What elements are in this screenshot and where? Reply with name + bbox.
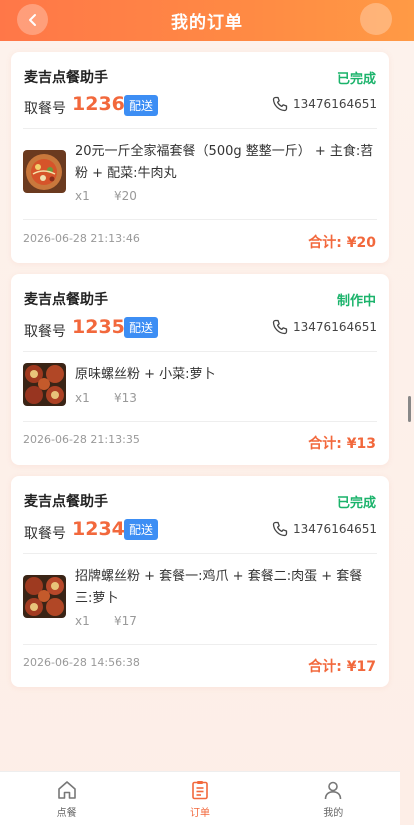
home-icon [57, 780, 76, 799]
phone-contact[interactable]: 13476164651 [272, 319, 377, 335]
divider [23, 553, 377, 554]
tab-label: 订单 [189, 807, 210, 819]
order-status: 制作中 [336, 294, 376, 309]
order-total: 合计: ¥20 [308, 235, 376, 251]
header-bar: 我的订单 [0, 0, 414, 41]
order-status: 已完成 [336, 72, 376, 87]
back-button[interactable] [17, 4, 48, 35]
order-time: 2026-06-28 21:13:46 [23, 232, 140, 245]
order-card[interactable]: 麦吉点餐助手 已完成 取餐号 1236 配送 13476164651 20元一斤… [11, 52, 389, 263]
pickup-number: 1236 [72, 93, 125, 115]
phone-number: 13476164651 [293, 97, 377, 111]
delivery-tag: 配送 [124, 317, 159, 338]
item-price: ¥17 [114, 614, 137, 628]
item-name: 原味螺丝粉 + 小菜:萝卜 [75, 367, 216, 382]
order-time: 2026-06-28 14:56:38 [23, 656, 140, 669]
shop-name: 麦吉点餐助手 [24, 494, 108, 510]
food-thumbnail [23, 150, 66, 193]
order-status: 已完成 [336, 496, 376, 511]
divider [23, 128, 377, 129]
header-menu-button[interactable] [360, 3, 392, 35]
bottom-tab-bar: 点餐 订单 我的 [0, 771, 400, 825]
tab-label: 我的 [323, 807, 344, 819]
tab-profile[interactable]: 我的 [267, 772, 400, 825]
order-time: 2026-06-28 21:13:35 [23, 433, 140, 446]
delivery-tag: 配送 [124, 519, 159, 540]
divider [23, 421, 377, 422]
pickup-number: 1234 [72, 518, 125, 540]
chevron-left-icon [28, 13, 36, 26]
pickup-label: 取餐号 [24, 526, 66, 542]
phone-icon [272, 521, 288, 537]
order-card[interactable]: 麦吉点餐助手 已完成 取餐号 1234 配送 13476164651 招牌螺丝粉… [11, 476, 389, 687]
item-price: ¥20 [114, 189, 137, 203]
pickup-label: 取餐号 [24, 324, 66, 340]
scroll-indicator[interactable] [408, 396, 411, 422]
page-title: 我的订单 [171, 13, 243, 33]
shop-name: 麦吉点餐助手 [24, 292, 108, 308]
divider [23, 644, 377, 645]
pickup-number: 1235 [72, 316, 125, 338]
pickup-label: 取餐号 [24, 101, 66, 117]
shop-name: 麦吉点餐助手 [24, 70, 108, 86]
item-quantity: x1 [75, 614, 90, 628]
phone-contact[interactable]: 13476164651 [272, 96, 377, 112]
divider [23, 219, 377, 220]
divider [23, 351, 377, 352]
phone-number: 13476164651 [293, 522, 377, 536]
delivery-tag: 配送 [124, 95, 159, 116]
order-total: 合计: ¥17 [308, 659, 376, 675]
item-quantity: x1 [75, 391, 90, 405]
phone-number: 13476164651 [293, 320, 377, 334]
item-price: ¥13 [114, 391, 137, 405]
item-quantity: x1 [75, 189, 90, 203]
phone-icon [272, 96, 288, 112]
item-name: 20元一斤全家福套餐（500g 整整一斤） + 主食:苕粉 + 配菜:牛肉丸 [75, 144, 374, 181]
item-name: 招牌螺丝粉 + 套餐一:鸡爪 + 套餐二:肉蛋 + 套餐三:萝卜 [75, 569, 363, 606]
order-card[interactable]: 麦吉点餐助手 制作中 取餐号 1235 配送 13476164651 原味螺丝粉… [11, 274, 389, 465]
tab-orders[interactable]: 订单 [133, 772, 266, 825]
food-thumbnail [23, 363, 66, 406]
phone-contact[interactable]: 13476164651 [272, 521, 377, 537]
phone-icon [272, 319, 288, 335]
order-total: 合计: ¥13 [308, 436, 376, 452]
user-icon [325, 781, 342, 799]
food-thumbnail [23, 575, 66, 618]
tab-order-food[interactable]: 点餐 [0, 772, 133, 825]
order-list-icon [192, 780, 208, 799]
tab-label: 点餐 [56, 807, 77, 819]
